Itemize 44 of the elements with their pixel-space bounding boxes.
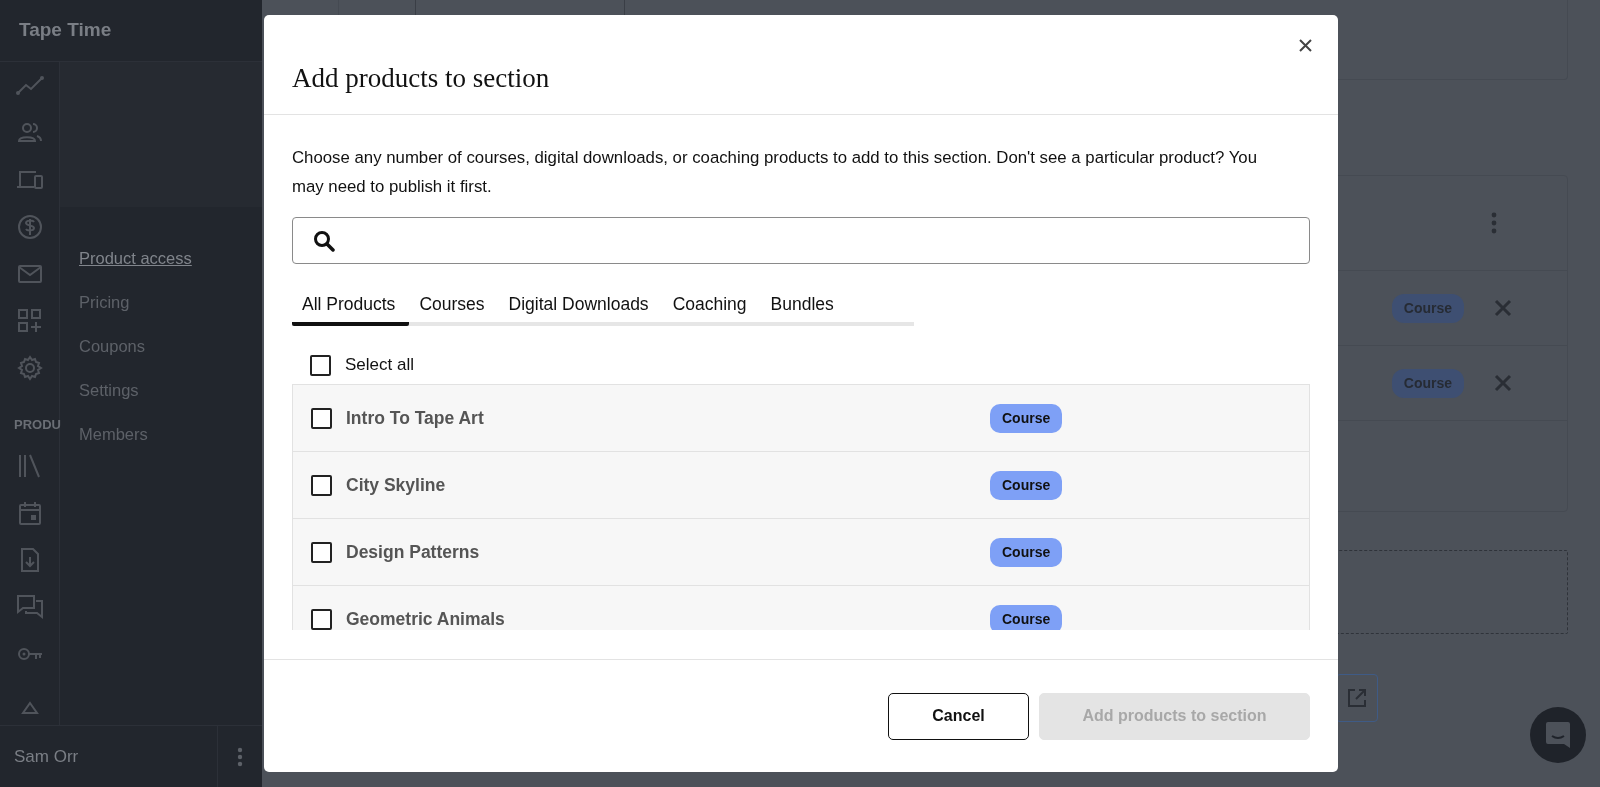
product-name: Intro To Tape Art [345, 406, 485, 430]
nav-link[interactable]: Product access [79, 247, 262, 270]
list-row[interactable]: Geometric Animals Course [293, 586, 1309, 630]
checkbox[interactable] [310, 354, 331, 376]
checkbox-label: Select all [345, 354, 414, 377]
tab[interactable]: All Products [292, 288, 410, 326]
dialog-title: Add products to section [292, 62, 551, 95]
list-row[interactable]: Intro To Tape Art Course [293, 385, 1309, 452]
external-link-icon [1346, 687, 1368, 709]
tab[interactable]: Courses [409, 288, 499, 326]
chat-button[interactable] [1530, 707, 1586, 763]
search-icon [313, 229, 335, 252]
search-field[interactable] [292, 217, 1310, 264]
product-name: Design Patterns [345, 540, 481, 564]
list-row[interactable]: Design Patterns Course [293, 519, 1309, 586]
type-tag: Course [990, 403, 1063, 433]
section-label: PRODU [13, 416, 61, 434]
cancel-button[interactable]: Cancel [888, 692, 1029, 740]
product-name: Geometric Animals [345, 607, 506, 630]
more-icon[interactable] [1491, 212, 1497, 234]
product-name: City Skyline [345, 473, 447, 497]
checkbox[interactable] [311, 407, 332, 429]
dialog-description: Choose any number of courses, digital downloads, or coaching products to add to this section. Don't see a particular product? You may need to publish it first. [292, 147, 1258, 198]
settings-icon[interactable] [15, 354, 44, 382]
chat-icon[interactable] [15, 592, 44, 621]
tab[interactable]: Bundles [760, 288, 848, 326]
tab[interactable]: Coaching [662, 288, 761, 326]
type-tag: Course [990, 604, 1063, 630]
more-icon[interactable] [237, 746, 243, 767]
chat-icon [1545, 721, 1571, 749]
checkbox[interactable] [311, 474, 332, 496]
type-tag: Course [1391, 293, 1464, 323]
apps-add-icon[interactable] [15, 307, 44, 335]
remove-icon[interactable] [1494, 299, 1512, 317]
checkbox[interactable] [311, 608, 332, 630]
type-tag: Course [990, 537, 1063, 567]
remove-icon[interactable] [1494, 374, 1512, 392]
list-row[interactable]: City Skyline Course [293, 452, 1309, 519]
type-tag: Course [990, 470, 1063, 500]
checkbox[interactable] [311, 541, 332, 563]
user-name: Sam Orr [13, 745, 80, 768]
type-tag: Course [1391, 368, 1464, 398]
tab[interactable]: Digital Downloads [498, 288, 663, 326]
dollar-icon[interactable] [15, 213, 44, 241]
